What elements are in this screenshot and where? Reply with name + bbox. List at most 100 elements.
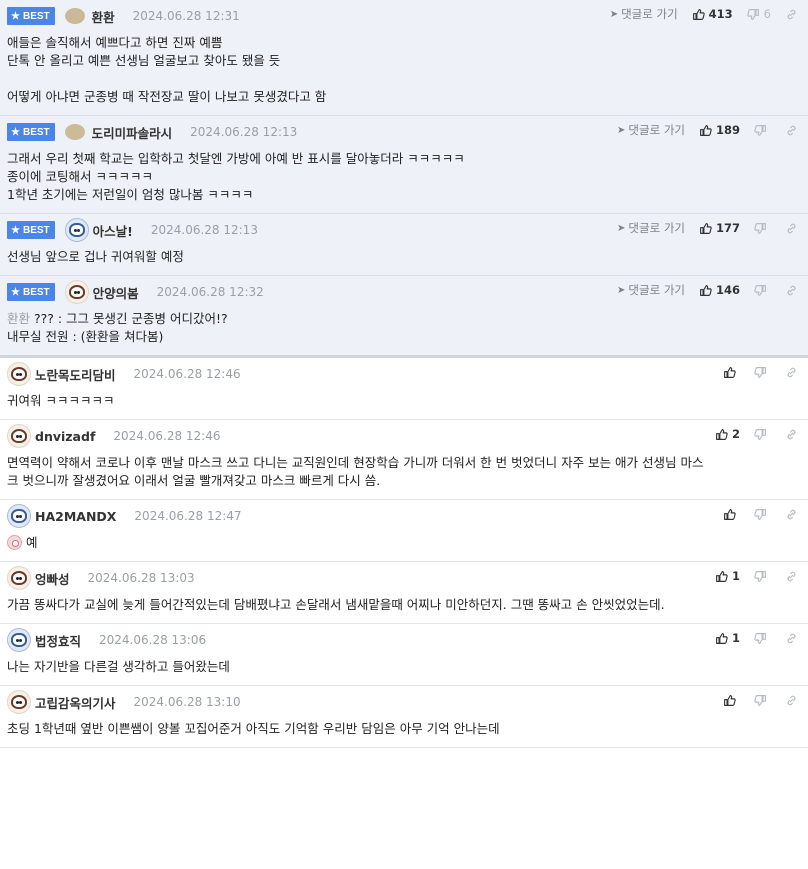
timestamp: 2024.06.28 12:32 [156, 285, 264, 299]
comment-text: 선생님 앞으로 겁나 귀여워할 예정 [7, 249, 184, 264]
nickname[interactable]: 도리미파솔라시 [92, 123, 173, 142]
comment-text: 1학년 초기에는 저런일이 엄청 많나봄 ㅋㅋㅋㅋ [7, 187, 254, 202]
link-icon[interactable] [785, 632, 798, 645]
nickname[interactable]: 고립감옥의기사 [35, 693, 116, 712]
avatar[interactable] [64, 280, 89, 304]
avatar[interactable] [64, 8, 85, 24]
comment-actions: 2 [715, 425, 798, 443]
avatar[interactable] [64, 218, 89, 242]
comment-list: ★ BEST 환환 2024.06.28 12:31 ➤ 댓글로 가기 413 6 애들은 솔직… [0, 0, 808, 748]
go-to-reply-link[interactable]: ➤ 댓글로 가기 [610, 6, 678, 22]
comment-header: dnvizadf 2024.06.28 12:46 2 [0, 420, 808, 452]
dislike-button[interactable] [754, 222, 771, 235]
dislike-button[interactable] [754, 366, 771, 379]
avatar[interactable] [7, 424, 31, 448]
nickname[interactable]: 아스날! [93, 221, 133, 240]
link-icon[interactable] [785, 694, 798, 707]
like-button[interactable]: 146 [699, 283, 740, 297]
nickname[interactable]: 법정효직 [35, 631, 81, 650]
avatar[interactable] [7, 628, 31, 652]
best-badge: ★ BEST [7, 221, 55, 239]
comment-header: 엉빠성 2024.06.28 13:03 1 [0, 562, 808, 594]
dislike-button[interactable] [754, 428, 771, 441]
thumbs-up-icon [699, 284, 716, 297]
link-icon[interactable] [785, 222, 798, 235]
avatar[interactable] [7, 566, 31, 590]
nickname[interactable]: dnvizadf [35, 429, 95, 444]
like-button[interactable]: 413 [692, 7, 733, 21]
like-button[interactable]: 2 [715, 427, 740, 441]
go-to-reply-link[interactable]: ➤ 댓글로 가기 [617, 220, 685, 236]
link-icon[interactable] [785, 284, 798, 297]
nickname[interactable]: 안양의봄 [93, 283, 139, 302]
avatar[interactable] [7, 690, 31, 714]
comment-text-line: 종이에 코팅해서 ㅋㅋㅋㅋㅋ [7, 168, 801, 186]
like-button[interactable]: 189 [699, 123, 740, 137]
link-icon[interactable] [785, 428, 798, 441]
avatar[interactable] [7, 362, 31, 386]
best-label: BEST [22, 224, 50, 236]
link-icon[interactable] [785, 8, 798, 21]
go-to-reply-link[interactable]: ➤ 댓글로 가기 [617, 282, 685, 298]
comment-text: 가끔 똥싸다가 교실에 늦게 들어간적있는데 담배폈냐고 손달래서 냄새맡을때 … [7, 597, 665, 612]
avatar-face [11, 367, 27, 381]
star-icon: ★ [11, 10, 20, 22]
nickname[interactable]: 환환 [92, 7, 115, 26]
comment-text: 내무실 전원 : (환환을 쳐다봄) [7, 329, 164, 344]
dislike-button[interactable] [754, 570, 771, 583]
avatar-face [68, 285, 85, 299]
nickname[interactable]: HA2MANDX [35, 509, 116, 524]
link-icon[interactable] [785, 508, 798, 521]
go-to-reply-link[interactable]: ➤ 댓글로 가기 [617, 122, 685, 138]
thumbs-down-icon [754, 366, 771, 379]
comment-text-line: 귀여워 ㅋㅋㅋㅋㅋㅋ [7, 392, 801, 410]
like-button[interactable] [723, 694, 740, 707]
reply-arrow-icon: ➤ [617, 284, 626, 296]
dislike-button[interactable] [754, 284, 771, 297]
comment: 고립감옥의기사 2024.06.28 13:10 초딩 1학년때 옆반 이쁜쌤이 양… [0, 686, 808, 748]
dislike-button[interactable] [754, 124, 771, 137]
link-icon[interactable] [785, 366, 798, 379]
comment-actions: 1 [715, 629, 798, 647]
reply-arrow-icon: ➤ [609, 8, 619, 20]
reply-link-label: 댓글로 가기 [628, 123, 685, 137]
nickname[interactable]: 노란목도리담비 [35, 365, 116, 384]
timestamp: 2024.06.28 12:31 [132, 9, 240, 23]
avatar-face [11, 695, 27, 709]
best-comment: ★ BEST 도리미파솔라시 2024.06.28 12:13 ➤ 댓글로 가기 189 그래… [0, 116, 808, 214]
comment-actions [723, 691, 798, 709]
like-button[interactable]: 177 [699, 221, 740, 235]
comment-header: 법정효직 2024.06.28 13:06 1 [0, 624, 808, 656]
star-icon: ★ [11, 286, 20, 298]
reply-link-label: 댓글로 가기 [621, 7, 678, 21]
best-badge: ★ BEST [7, 123, 55, 141]
thumbs-up-icon [692, 8, 709, 21]
comment-text: 종이에 코팅해서 ㅋㅋㅋㅋㅋ [7, 169, 153, 184]
best-comment: ★ BEST 안양의봄 2024.06.28 12:32 ➤ 댓글로 가기 146 환환 ??… [0, 276, 808, 358]
dislike-button[interactable] [754, 508, 771, 521]
reply-arrow-icon: ➤ [617, 222, 626, 234]
timestamp: 2024.06.28 12:47 [134, 509, 242, 523]
nickname[interactable]: 엉빠성 [35, 569, 70, 588]
avatar[interactable] [7, 504, 31, 528]
avatar[interactable] [64, 124, 85, 140]
comment-text-line: 단톡 안 올리고 예쁜 선생님 얼굴보고 찾아도 됐을 듯 [7, 52, 801, 70]
like-button[interactable] [723, 366, 740, 379]
mention[interactable]: 환환 [7, 311, 30, 326]
dislike-button[interactable] [754, 694, 771, 707]
comment-body: 귀여워 ㅋㅋㅋㅋㅋㅋ [0, 390, 808, 419]
like-button[interactable]: 1 [715, 631, 740, 645]
link-icon[interactable] [785, 570, 798, 583]
best-comment: ★ BEST 아스날! 2024.06.28 12:13 ➤ 댓글로 가기 177 선생님 앞… [0, 214, 808, 276]
like-button[interactable] [723, 508, 740, 521]
link-icon[interactable] [785, 124, 798, 137]
comment-text-line [7, 70, 801, 88]
like-button[interactable]: 1 [715, 569, 740, 583]
avatar-face [11, 571, 27, 585]
comment-text-line: 어떻게 아냐면 군종병 때 작전장교 딸이 나보고 못생겼다고 함 [7, 88, 801, 106]
dislike-button[interactable]: 6 [746, 7, 771, 21]
dislike-button[interactable] [754, 632, 771, 645]
thumbs-down-icon [754, 632, 771, 645]
comment-actions [723, 363, 798, 381]
comment-text-line: 면역력이 약해서 코로나 이후 맨날 마스크 쓰고 다니는 교직원인데 현장학습… [7, 454, 801, 472]
